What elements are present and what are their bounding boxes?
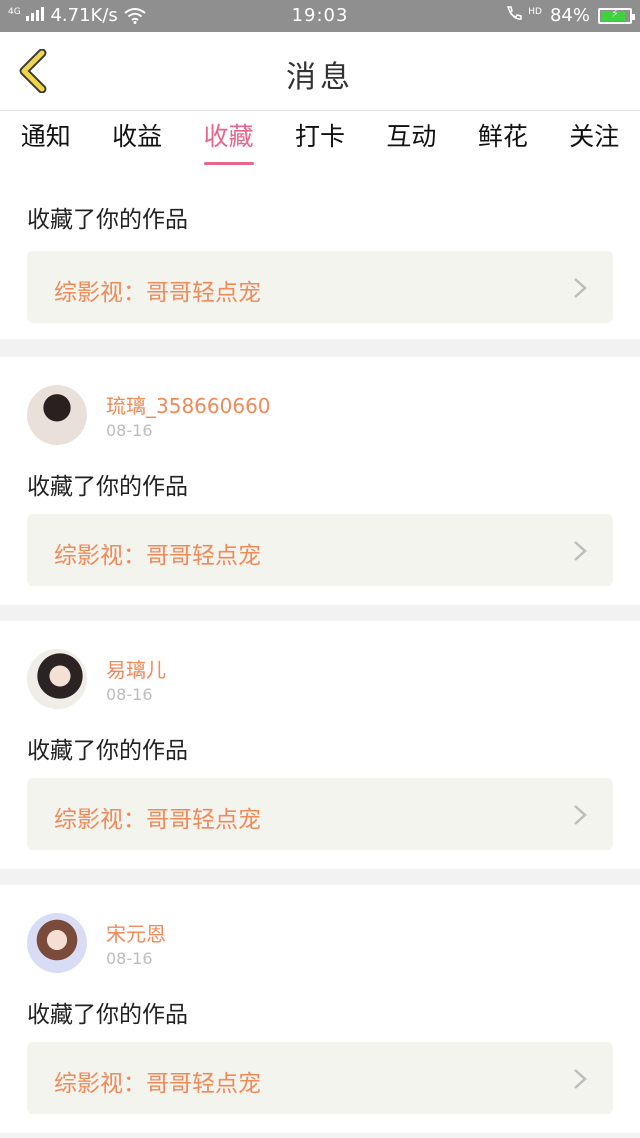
battery-icon: ⚡ [598, 7, 635, 24]
list-item: 收藏了你的作品 综影视：哥哥轻点宠 [0, 167, 640, 339]
battery-percent: 84% [549, 5, 590, 26]
tab-earnings[interactable]: 收益 [108, 111, 166, 167]
work-link[interactable]: 综影视：哥哥轻点宠 [27, 778, 613, 850]
list-item: 易璃儿 08-16 收藏了你的作品 综影视：哥哥轻点宠 [0, 621, 640, 869]
status-bar: 4G 4.71K/s 19:03 HD 84% ⚡ [0, 0, 640, 32]
list-item: 宋元恩 08-16 收藏了你的作品 综影视：哥哥轻点宠 [0, 885, 640, 1133]
tab-checkin[interactable]: 打卡 [291, 111, 349, 167]
avatar[interactable] [27, 385, 87, 445]
phone-icon [506, 6, 522, 20]
status-bar-right: HD 84% ⚡ [505, 5, 635, 26]
work-link[interactable]: 综影视：哥哥轻点宠 [27, 514, 613, 586]
date: 08-16 [106, 949, 153, 968]
work-title: 综影视：哥哥轻点宠 [54, 807, 261, 833]
header: 消息 [0, 32, 640, 111]
hd-call-icon: HD [505, 5, 542, 26]
hd-label: HD [528, 7, 542, 17]
work-title: 综影视：哥哥轻点宠 [54, 280, 261, 306]
work-link[interactable]: 综影视：哥哥轻点宠 [27, 251, 613, 323]
action-text: 收藏了你的作品 [27, 207, 188, 233]
username[interactable]: 易璃儿 [106, 654, 166, 683]
page-title: 消息 [286, 60, 354, 95]
chevron-right-icon [574, 1069, 587, 1089]
date: 08-16 [106, 421, 153, 440]
username[interactable]: 宋元恩 [106, 918, 166, 947]
action-text: 收藏了你的作品 [27, 474, 188, 500]
notification-list[interactable]: 收藏了你的作品 综影视：哥哥轻点宠 琉璃_358660660 08-16 收藏了… [0, 167, 640, 1138]
chevron-right-icon [574, 278, 587, 298]
tab-favorites[interactable]: 收藏 [200, 111, 258, 167]
chevron-right-icon [574, 541, 587, 561]
chevron-right-icon [574, 805, 587, 825]
tab-following[interactable]: 关注 [565, 111, 623, 167]
action-text: 收藏了你的作品 [27, 738, 188, 764]
tab-notifications[interactable]: 通知 [17, 111, 75, 167]
avatar[interactable] [27, 913, 87, 973]
avatar[interactable] [27, 649, 87, 709]
tab-bar: 通知 收益 收藏 打卡 互动 鲜花 关注 [0, 111, 640, 167]
work-link[interactable]: 综影视：哥哥轻点宠 [27, 1042, 613, 1114]
action-text: 收藏了你的作品 [27, 1002, 188, 1028]
tab-flowers[interactable]: 鲜花 [474, 111, 532, 167]
work-title: 综影视：哥哥轻点宠 [54, 543, 261, 569]
work-title: 综影视：哥哥轻点宠 [54, 1071, 261, 1097]
date: 08-16 [106, 685, 153, 704]
username[interactable]: 琉璃_358660660 [106, 390, 271, 419]
tab-interactions[interactable]: 互动 [382, 111, 440, 167]
list-item: 琉璃_358660660 08-16 收藏了你的作品 综影视：哥哥轻点宠 [0, 357, 640, 605]
